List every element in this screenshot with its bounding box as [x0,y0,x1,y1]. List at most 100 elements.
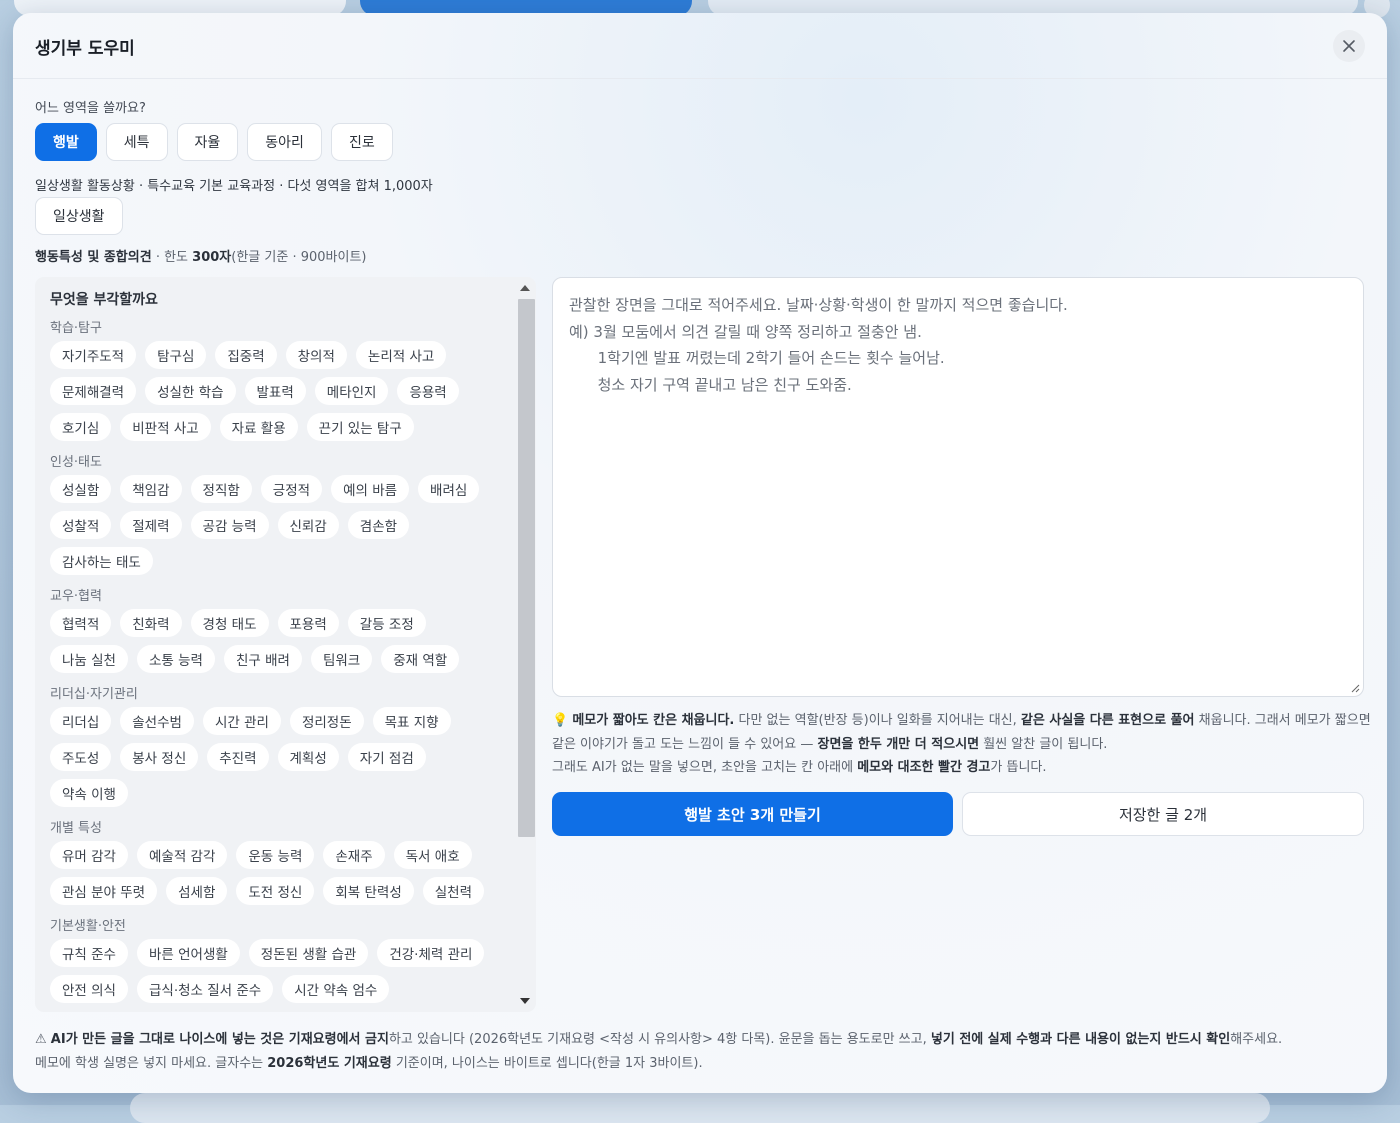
panel-scrollbar[interactable] [516,277,536,1012]
trait-tag[interactable]: 호기심 [50,413,112,441]
trait-tag[interactable]: 겸손함 [347,511,410,539]
trait-tag[interactable]: 시간 관리 [202,707,281,735]
trait-tag[interactable]: 절제력 [120,511,182,539]
trait-tag[interactable]: 급식·청소 질서 준수 [136,975,274,1003]
area-sub-description: 일상생활 활동상황 · 특수교육 기본 교육과정 · 다섯 영역을 합쳐 1,0… [35,179,433,194]
trait-tag[interactable]: 정직함 [190,475,252,503]
modal-header: 생기부 도우미 [13,13,1387,79]
trait-tag[interactable]: 계획성 [277,743,339,771]
trait-tag[interactable]: 탐구심 [145,341,207,369]
trait-tag[interactable]: 팀워크 [310,645,373,673]
panel-title: 무엇을 부각할까요 [50,292,158,308]
trait-tag[interactable]: 긍정적 [260,475,323,503]
tag-group: 자기주도적 탐구심 집중력 창의적 논리적 사고문제해결력 성실한 학습 발표력 메타인지 응용… [50,341,510,441]
trait-tag[interactable]: 실천력 [422,877,485,905]
close-icon [1343,40,1355,52]
tag-group-label: 학습·탐구 [50,321,102,336]
trait-tag[interactable]: 발표력 [244,377,306,405]
trait-tag[interactable]: 경청 태도 [190,609,269,637]
trait-tag[interactable]: 봉사 정신 [120,743,199,771]
hint-text: 그래도 AI가 없는 말을 넣으면, 초안을 고치는 칸 아래에 [552,760,858,775]
warning-emphasis: 2026학년도 기재요령 [267,1055,392,1071]
trait-tag[interactable]: 논리적 사고 [355,341,447,369]
area-tab[interactable]: 자율 [176,123,239,161]
trait-tag[interactable]: 정리정돈 [289,707,364,735]
trait-tag[interactable]: 중재 역할 [381,645,460,673]
hint-emphasis: 장면을 한두 개만 더 적으시면 [817,736,980,752]
trait-tag[interactable]: 끈기 있는 탐구 [306,413,414,441]
trait-tag[interactable]: 독서 애호 [393,841,472,869]
trait-tag[interactable]: 자료 활용 [219,413,298,441]
trait-tag[interactable]: 나눔 실천 [50,645,128,673]
warning-icon: ⚠ [35,1032,51,1047]
trait-tag[interactable]: 유머 감각 [50,841,128,869]
close-button[interactable] [1333,30,1365,62]
trait-tag[interactable]: 주도성 [50,743,112,771]
trait-tag[interactable]: 안전 의식 [50,975,128,1003]
trait-tag[interactable]: 성실한 학습 [145,377,236,405]
trait-tag[interactable]: 공감 능력 [190,511,269,539]
trait-tag[interactable]: 시간 약속 엄수 [282,975,390,1003]
limit-title: 행동특성 및 종합의견 [35,250,152,265]
trait-tag[interactable]: 도전 정신 [236,877,315,905]
area-tab[interactable]: 동아리 [247,123,322,161]
trait-tag[interactable]: 성실함 [50,475,112,503]
hint-text: 훨씬 알찬 글이 됩니다. [979,736,1108,752]
resize-handle-icon[interactable] [1350,683,1360,693]
trait-tag[interactable]: 바른 언어생활 [136,939,240,967]
tag-group-label: 기본생활·안전 [50,919,126,934]
area-tab[interactable]: 진로 [330,123,393,161]
trait-tag[interactable]: 약속 이행 [50,779,128,807]
trait-tag[interactable]: 정돈된 생활 습관 [248,939,369,967]
trait-tag[interactable]: 포용력 [277,609,339,637]
trait-tag[interactable]: 성찰적 [50,511,112,539]
area-tab[interactable]: 행발 [35,123,97,161]
trait-tag[interactable]: 규칙 준수 [50,939,128,967]
trait-tag[interactable]: 협력적 [50,609,112,637]
area-tabs: 행발 세특 자율 동아리 진로 [35,123,393,161]
trait-tag[interactable]: 갈등 조정 [347,609,426,637]
trait-tag[interactable]: 예술적 감각 [136,841,228,869]
trait-tag[interactable]: 예의 바름 [331,475,410,503]
trait-tag[interactable]: 건강·체력 관리 [377,939,485,967]
trait-tag[interactable]: 자기주도적 [50,341,137,369]
scroll-up-arrow[interactable] [520,285,530,291]
trait-tag[interactable]: 소통 능력 [136,645,215,673]
trait-tag[interactable]: 손재주 [323,841,385,869]
sub-area-chip[interactable]: 일상생활 [35,197,123,235]
trait-tag[interactable]: 회복 탄력성 [323,877,414,905]
trait-tag-panel[interactable]: 무엇을 부각할까요 학습·탐구자기주도적 탐구심 집중력 창의적 논리적 사고문제해결력… [35,277,536,1012]
memo-hint: 💡 메모가 짧아도 칸은 채웁니다. 다만 없는 역할(반장 등)이나 일화를 … [552,709,1372,780]
trait-tag[interactable]: 응용력 [397,377,459,405]
trait-tag[interactable]: 책임감 [120,475,182,503]
scroll-thumb[interactable] [518,299,535,837]
trait-tag[interactable]: 창의적 [285,341,347,369]
trait-tag[interactable]: 집중력 [215,341,277,369]
hint-text: 다만 없는 역할(반장 등)이나 일화를 지어내는 대신, [734,713,1021,728]
memo-textarea[interactable]: 관찰한 장면을 그대로 적어주세요. 날짜·상황·학생이 한 말까지 적으면 좋… [552,277,1364,697]
trait-tag[interactable]: 추진력 [207,743,269,771]
tag-group: 성실함 책임감 정직함 긍정적 예의 바름 배려심성찰적 절제력 공감 능력 신뢰감 겸손함감사하… [50,475,510,575]
warning-text: 해주세요. [1230,1032,1283,1047]
trait-tag[interactable]: 운동 능력 [236,841,315,869]
area-tab[interactable]: 세특 [105,123,168,161]
generate-drafts-button[interactable]: 행발 초안 3개 만들기 [552,792,953,836]
saved-drafts-button[interactable]: 저장한 글 2개 [962,792,1364,836]
trait-tag[interactable]: 배려심 [418,475,480,503]
trait-tag[interactable]: 감사하는 태도 [50,547,153,575]
trait-tag[interactable]: 친구 배려 [223,645,302,673]
area-question: 어느 영역을 쓸까요? [35,101,146,116]
scroll-down-arrow[interactable] [520,998,530,1004]
trait-tag[interactable]: 비판적 사고 [120,413,211,441]
trait-tag[interactable]: 메타인지 [314,377,389,405]
trait-tag[interactable]: 관심 분야 뚜렷 [50,877,158,905]
trait-tag[interactable]: 목표 지향 [372,707,451,735]
trait-tag[interactable]: 솔선수범 [120,707,194,735]
trait-tag[interactable]: 리더십 [50,707,112,735]
trait-tag[interactable]: 친화력 [120,609,182,637]
trait-tag[interactable]: 신뢰감 [277,511,339,539]
memo-placeholder-line: 관찰한 장면을 그대로 적어주세요. 날짜·상황·학생이 한 말까지 적으면 좋… [569,296,1068,314]
trait-tag[interactable]: 섬세함 [166,877,228,905]
trait-tag[interactable]: 자기 점검 [347,743,426,771]
trait-tag[interactable]: 문제해결력 [50,377,137,405]
